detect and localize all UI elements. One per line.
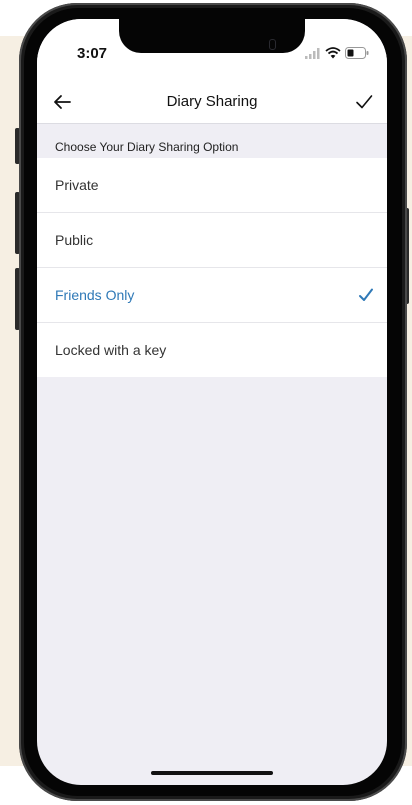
option-public[interactable]: Public [37,213,387,268]
sharing-options-list: Private Public Friends Only Locked with … [37,158,387,377]
front-camera [269,39,276,50]
option-label: Private [55,177,99,193]
checkmark-icon [356,95,373,109]
status-icons [305,47,369,59]
phone-notch [119,19,305,53]
phone-screen: 3:07 Diary Sharing Choose Your Diary Sha… [37,19,387,785]
option-locked-with-a-key[interactable]: Locked with a key [37,323,387,377]
status-time: 3:07 [77,45,108,62]
done-button[interactable] [351,89,377,115]
selected-checkmark-icon [359,288,373,301]
section-header: Choose Your Diary Sharing Option [37,124,387,158]
wifi-icon [325,47,341,59]
phone-bezel: 3:07 Diary Sharing Choose Your Diary Sha… [24,8,402,796]
cellular-signal-icon [305,47,320,59]
navigation-bar: Diary Sharing [37,81,387,124]
battery-icon [345,47,369,59]
home-indicator[interactable] [151,771,273,775]
page-title: Diary Sharing [166,93,258,110]
option-friends-only[interactable]: Friends Only [37,268,387,323]
option-private[interactable]: Private [37,158,387,213]
option-label: Public [55,232,94,248]
phone-frame: 3:07 Diary Sharing Choose Your Diary Sha… [19,3,407,801]
option-label: Friends Only [55,287,135,303]
section-header-label: Choose Your Diary Sharing Option [55,140,239,154]
option-label: Locked with a key [55,342,167,358]
